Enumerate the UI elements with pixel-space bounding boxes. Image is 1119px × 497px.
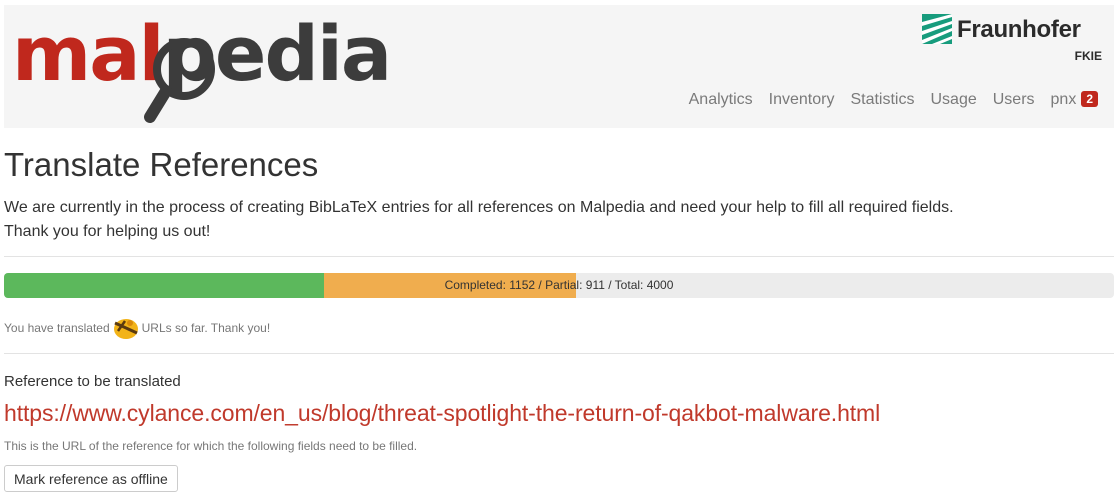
magnifier-icon	[144, 38, 215, 123]
fraunhofer-unit: FKIE	[1074, 49, 1102, 63]
nav-inventory[interactable]: Inventory	[769, 91, 835, 109]
nav-usage[interactable]: Usage	[930, 91, 976, 109]
nav-statistics[interactable]: Statistics	[850, 91, 914, 109]
translation-count-note: You have translated URLs so far. Thank y…	[4, 315, 270, 341]
translation-progress-bar: Completed: 1152 / Partial: 911 / Total: …	[4, 273, 1114, 298]
reference-heading: Reference to be translated	[4, 373, 181, 390]
mark-offline-button[interactable]: Mark reference as offline	[4, 465, 178, 492]
nav-analytics[interactable]: Analytics	[689, 91, 753, 109]
intro-line-1: We are currently in the process of creat…	[4, 199, 954, 216]
reference-help-text: This is the URL of the reference for whi…	[4, 439, 418, 453]
intro-line-2: Thank you for helping us out!	[4, 223, 211, 240]
fraunhofer-name: Fraunhofer	[957, 16, 1081, 43]
fraunhofer-mark-icon	[922, 14, 952, 44]
thanks-before: You have translated	[4, 321, 110, 335]
main-nav: Analytics Inventory Statistics Usage Use…	[673, 91, 1098, 109]
site-header: malpedia Fraunhofer FKIE Analytics Inven…	[4, 5, 1114, 128]
fraunhofer-logo: Fraunhofer FKIE	[922, 14, 1102, 74]
nav-users[interactable]: Users	[993, 91, 1035, 109]
divider	[4, 256, 1114, 257]
thanks-after: URLs so far. Thank you!	[141, 321, 271, 335]
user-name: pnx	[1050, 91, 1077, 108]
progress-label: Completed: 1152 / Partial: 911 / Total: …	[444, 278, 674, 292]
divider	[4, 353, 1114, 354]
nav-user-menu[interactable]: pnx 2	[1051, 91, 1098, 109]
page-intro: We are currently in the process of creat…	[4, 196, 954, 244]
page-title: Translate References	[4, 146, 319, 183]
reference-url-link[interactable]: https://www.cylance.com/en_us/blog/threa…	[4, 400, 880, 427]
award-icon	[113, 319, 138, 339]
logo-mal: mal	[12, 9, 165, 98]
notification-badge: 2	[1081, 91, 1098, 107]
